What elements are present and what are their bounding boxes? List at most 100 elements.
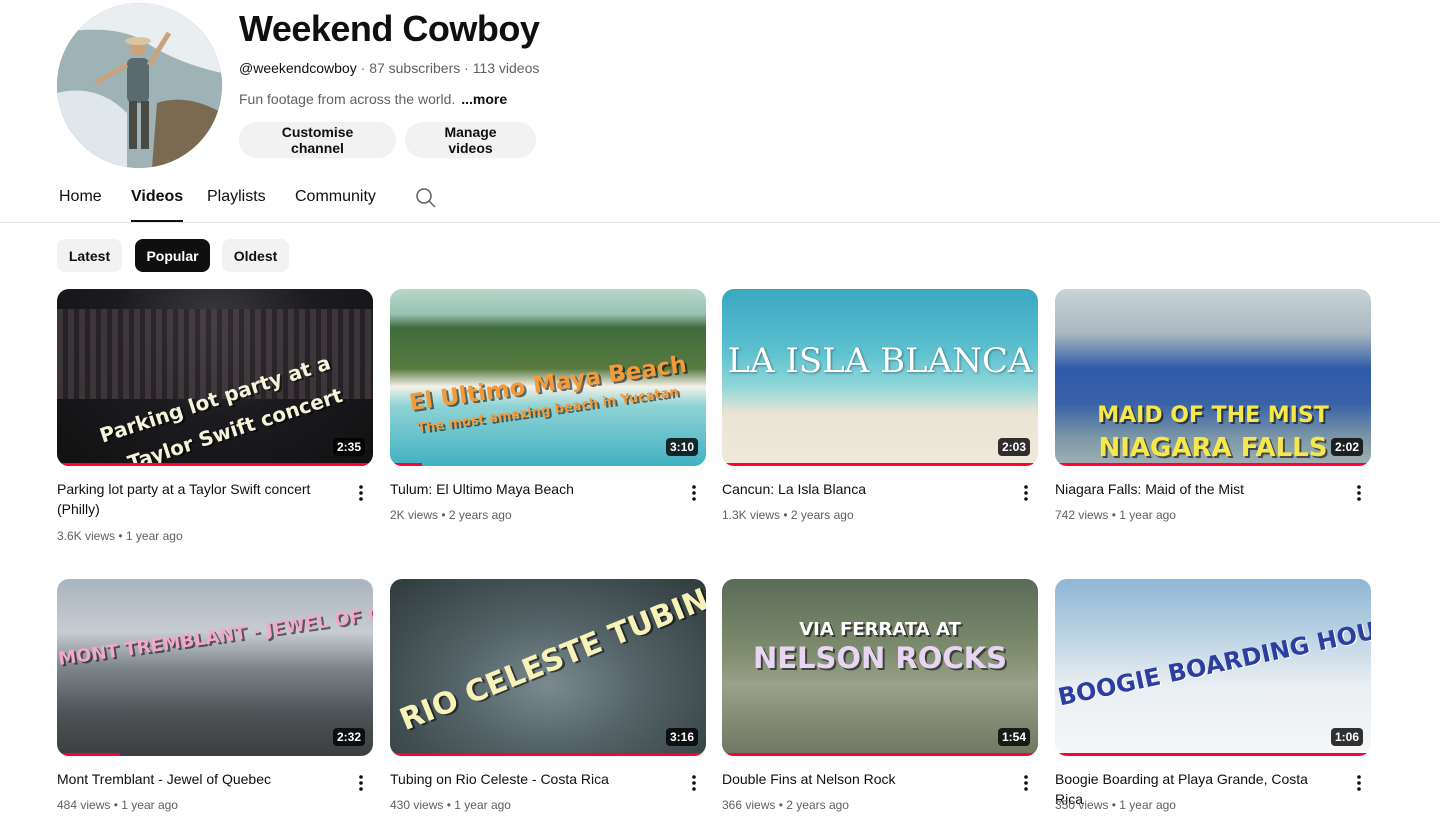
description-text: Fun footage from across the world. — [239, 91, 456, 107]
video-duration: 1:06 — [1330, 728, 1363, 746]
more-vert-icon[interactable] — [682, 771, 706, 795]
tab-community[interactable]: Community — [295, 188, 376, 206]
thumbnail-caption: MAID OF THE MIST — [1097, 403, 1329, 428]
view-count: 366 views — [722, 798, 776, 812]
watch-progress-bar — [57, 463, 373, 466]
watch-progress-bar — [57, 753, 121, 756]
customise-channel-button[interactable]: Customise channel — [239, 122, 396, 158]
meta-dot: • — [118, 529, 123, 543]
meta-dot: • — [778, 798, 783, 812]
video-duration: 3:10 — [665, 438, 698, 456]
upload-age: 2 years ago — [448, 508, 512, 522]
video-title[interactable]: Niagara Falls: Maid of the Mist — [1055, 479, 1339, 499]
upload-age: 1 year ago — [454, 798, 511, 812]
filter-chip-latest[interactable]: Latest — [57, 239, 122, 272]
more-vert-icon[interactable] — [1347, 771, 1371, 795]
video-meta: 350 views • 1 year ago — [1055, 798, 1176, 812]
channel-description: Fun footage from across the world. ...mo… — [239, 91, 507, 107]
watch-progress-bar — [1055, 463, 1371, 466]
thumbnail-caption: MONT TREMBLANT - JEWEL OF QUEBEC — [57, 594, 373, 670]
video-title[interactable]: Parking lot party at a Taylor Swift conc… — [57, 479, 341, 519]
video-title[interactable]: Cancun: La Isla Blanca — [722, 479, 1006, 499]
video-thumbnail[interactable]: Parking lot party at a Taylor Swift conc… — [57, 289, 373, 466]
video-thumbnail[interactable]: BOOGIE BOARDING HOUR 1:06 — [1055, 579, 1371, 756]
watch-progress-bar — [390, 463, 422, 466]
video-title[interactable]: Tulum: El Ultimo Maya Beach — [390, 479, 674, 499]
video-duration: 2:32 — [332, 728, 365, 746]
watch-progress-bar — [722, 753, 1038, 756]
tab-home[interactable]: Home — [59, 188, 102, 206]
video-thumbnail[interactable]: MONT TREMBLANT - JEWEL OF QUEBEC 2:32 — [57, 579, 373, 756]
more-vert-icon[interactable] — [1014, 481, 1038, 505]
meta-separator: · — [464, 60, 469, 76]
subscriber-count: 87 subscribers — [369, 60, 461, 76]
filter-chip-oldest[interactable]: Oldest — [222, 239, 289, 272]
thumbnail-caption: NELSON ROCKS — [752, 641, 1008, 675]
upload-age: 1 year ago — [1119, 508, 1176, 522]
search-icon[interactable] — [414, 186, 438, 210]
view-count: 1.3K views — [722, 508, 781, 522]
video-meta: 742 views • 1 year ago — [1055, 508, 1176, 522]
upload-age: 1 year ago — [125, 529, 183, 543]
watch-progress-bar — [1055, 753, 1371, 756]
meta-dot: • — [783, 508, 788, 522]
video-meta: 366 views • 2 years ago — [722, 798, 849, 812]
view-count: 2K views — [390, 508, 439, 522]
view-count: 3.6K views — [57, 529, 116, 543]
meta-dot: • — [1111, 798, 1116, 812]
view-count: 742 views — [1055, 508, 1109, 522]
more-vert-icon[interactable] — [682, 481, 706, 505]
video-duration: 1:54 — [997, 728, 1030, 746]
video-meta: 1.3K views • 2 years ago — [722, 508, 854, 522]
thumbnail-caption: BOOGIE BOARDING HOUR — [1055, 612, 1371, 712]
video-duration: 2:35 — [332, 438, 365, 456]
view-count: 484 views — [57, 798, 111, 812]
video-duration: 3:16 — [665, 728, 698, 746]
view-count: 430 views — [390, 798, 444, 812]
filter-chip-popular[interactable]: Popular — [135, 239, 210, 272]
upload-age: 2 years ago — [790, 508, 854, 522]
more-vert-icon[interactable] — [349, 771, 373, 795]
manage-videos-button[interactable]: Manage videos — [405, 122, 536, 158]
video-thumbnail[interactable]: RIO CELESTE TUBING 3:16 — [390, 579, 706, 756]
avatar-image — [57, 3, 222, 168]
more-vert-icon[interactable] — [349, 481, 373, 505]
more-vert-icon[interactable] — [1347, 481, 1371, 505]
upload-age: 2 years ago — [786, 798, 849, 812]
more-link[interactable]: ...more — [461, 91, 507, 107]
meta-dot: • — [441, 508, 446, 522]
video-title[interactable]: Tubing on Rio Celeste - Costa Rica — [390, 769, 674, 789]
tab-playlists[interactable]: Playlists — [207, 188, 266, 206]
video-duration: 2:02 — [1330, 438, 1363, 456]
channel-avatar[interactable] — [57, 3, 222, 168]
meta-separator: · — [360, 60, 366, 76]
thumbnail-caption: LA ISLA BLANCA — [727, 341, 1033, 381]
watch-progress-bar — [722, 463, 1038, 466]
thumbnail-caption: VIA FERRATA AT — [799, 619, 961, 640]
channel-name: Weekend Cowboy — [239, 8, 540, 49]
video-meta: 430 views • 1 year ago — [390, 798, 511, 812]
video-meta: 484 views • 1 year ago — [57, 798, 178, 812]
tab-videos[interactable]: Videos — [131, 188, 184, 222]
meta-dot: • — [1111, 508, 1116, 522]
meta-dot: • — [446, 798, 451, 812]
video-thumbnail[interactable]: VIA FERRATA AT NELSON ROCKS 1:54 — [722, 579, 1038, 756]
video-meta: 3.6K views • 1 year ago — [57, 529, 183, 543]
video-count: 113 videos — [472, 60, 540, 76]
more-vert-icon[interactable] — [1014, 771, 1038, 795]
video-duration: 2:03 — [997, 438, 1030, 456]
video-thumbnail[interactable]: MAID OF THE MIST NIAGARA FALLS 2:02 — [1055, 289, 1371, 466]
upload-age: 1 year ago — [1119, 798, 1176, 812]
meta-dot: • — [113, 798, 118, 812]
video-thumbnail[interactable]: El Ultimo Maya Beach The most amazing be… — [390, 289, 706, 466]
video-title[interactable]: Mont Tremblant - Jewel of Quebec — [57, 769, 341, 789]
video-thumbnail[interactable]: LA ISLA BLANCA 2:03 — [722, 289, 1038, 466]
thumbnail-caption: NIAGARA FALLS — [1098, 433, 1328, 463]
channel-meta: @weekendcowboy · 87 subscribers · 113 vi… — [239, 60, 539, 76]
video-meta: 2K views • 2 years ago — [390, 508, 512, 522]
watch-progress-bar — [390, 753, 706, 756]
thumbnail-caption: RIO CELESTE TUBING — [394, 579, 706, 738]
upload-age: 1 year ago — [121, 798, 178, 812]
video-title[interactable]: Double Fins at Nelson Rock — [722, 769, 1006, 789]
channel-handle: @weekendcowboy — [239, 60, 357, 76]
